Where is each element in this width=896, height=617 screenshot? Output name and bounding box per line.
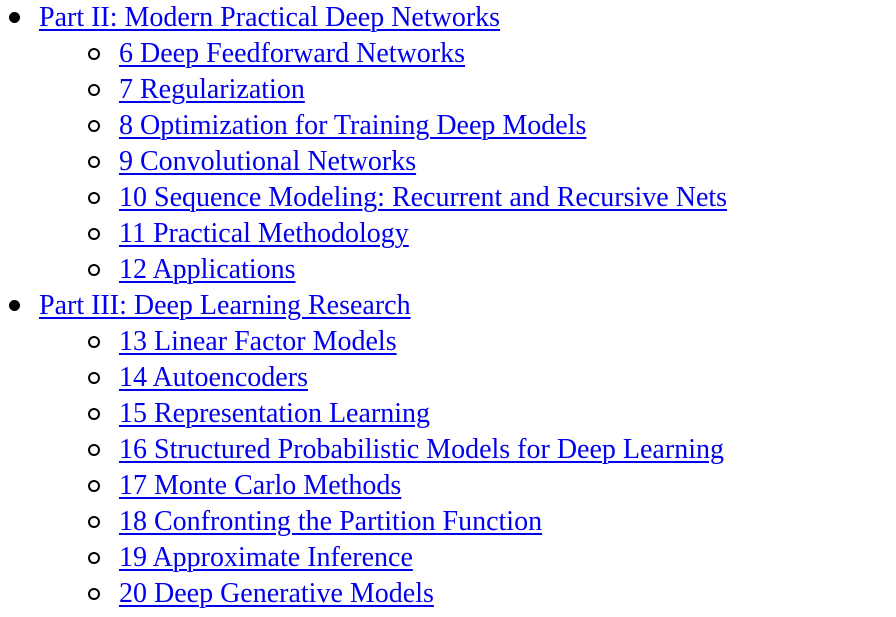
circle-bullet-icon [88,408,100,420]
circle-bullet-icon [88,84,100,96]
chapter-item: 6 Deep Feedforward Networks [0,36,727,72]
circle-bullet-icon [88,192,100,204]
chapter-item: 18 Confronting the Partition Function [0,504,727,540]
chapter-item: 16 Structured Probabilistic Models for D… [0,432,727,468]
chapter-link[interactable]: 17 Monte Carlo Methods [119,470,401,501]
chapter-link[interactable]: 16 Structured Probabilistic Models for D… [119,434,724,465]
chapter-item: 12 Applications [0,252,727,288]
circle-bullet-icon [88,444,100,456]
part-link[interactable]: Part III: Deep Learning Research [39,290,411,321]
chapter-item: 13 Linear Factor Models [0,324,727,360]
chapter-item: 20 Deep Generative Models [0,576,727,612]
page: { "colors": { "link": "#0000ee", "text":… [0,0,896,617]
circle-bullet-icon [88,228,100,240]
table-of-contents: Part II: Modern Practical Deep Networks … [0,0,727,612]
chapter-item: 8 Optimization for Training Deep Models [0,108,727,144]
chapter-link[interactable]: 14 Autoencoders [119,362,308,393]
chapter-link[interactable]: 12 Applications [119,254,296,285]
chapter-list: 6 Deep Feedforward Networks 7 Regulariza… [0,36,727,288]
circle-bullet-icon [88,156,100,168]
circle-bullet-icon [88,516,100,528]
part-row: Part II: Modern Practical Deep Networks [0,0,727,36]
part-item: Part III: Deep Learning Research 13 Line… [0,288,727,612]
chapter-link[interactable]: 13 Linear Factor Models [119,326,397,357]
chapter-link[interactable]: 9 Convolutional Networks [119,146,416,177]
circle-bullet-icon [88,48,100,60]
chapter-link[interactable]: 20 Deep Generative Models [119,578,434,609]
chapter-link[interactable]: 7 Regularization [119,74,305,105]
chapter-link[interactable]: 18 Confronting the Partition Function [119,506,542,537]
part-item: Part II: Modern Practical Deep Networks … [0,0,727,288]
chapter-link[interactable]: 10 Sequence Modeling: Recurrent and Recu… [119,182,727,213]
circle-bullet-icon [88,588,100,600]
chapter-link[interactable]: 15 Representation Learning [119,398,430,429]
chapter-item: 11 Practical Methodology [0,216,727,252]
part-row: Part III: Deep Learning Research [0,288,727,324]
circle-bullet-icon [88,336,100,348]
circle-bullet-icon [88,480,100,492]
circle-bullet-icon [88,552,100,564]
chapter-item: 17 Monte Carlo Methods [0,468,727,504]
chapter-item: 19 Approximate Inference [0,540,727,576]
disc-bullet-icon [9,12,20,23]
disc-bullet-icon [9,300,20,311]
chapter-item: 14 Autoencoders [0,360,727,396]
chapter-link[interactable]: 11 Practical Methodology [119,218,409,249]
chapter-item: 9 Convolutional Networks [0,144,727,180]
part-link[interactable]: Part II: Modern Practical Deep Networks [39,2,500,33]
chapter-item: 7 Regularization [0,72,727,108]
chapter-link[interactable]: 19 Approximate Inference [119,542,413,573]
circle-bullet-icon [88,120,100,132]
chapter-item: 15 Representation Learning [0,396,727,432]
circle-bullet-icon [88,264,100,276]
circle-bullet-icon [88,372,100,384]
chapter-item: 10 Sequence Modeling: Recurrent and Recu… [0,180,727,216]
chapter-link[interactable]: 6 Deep Feedforward Networks [119,38,465,69]
chapter-link[interactable]: 8 Optimization for Training Deep Models [119,110,586,141]
chapter-list: 13 Linear Factor Models 14 Autoencoders … [0,324,727,612]
